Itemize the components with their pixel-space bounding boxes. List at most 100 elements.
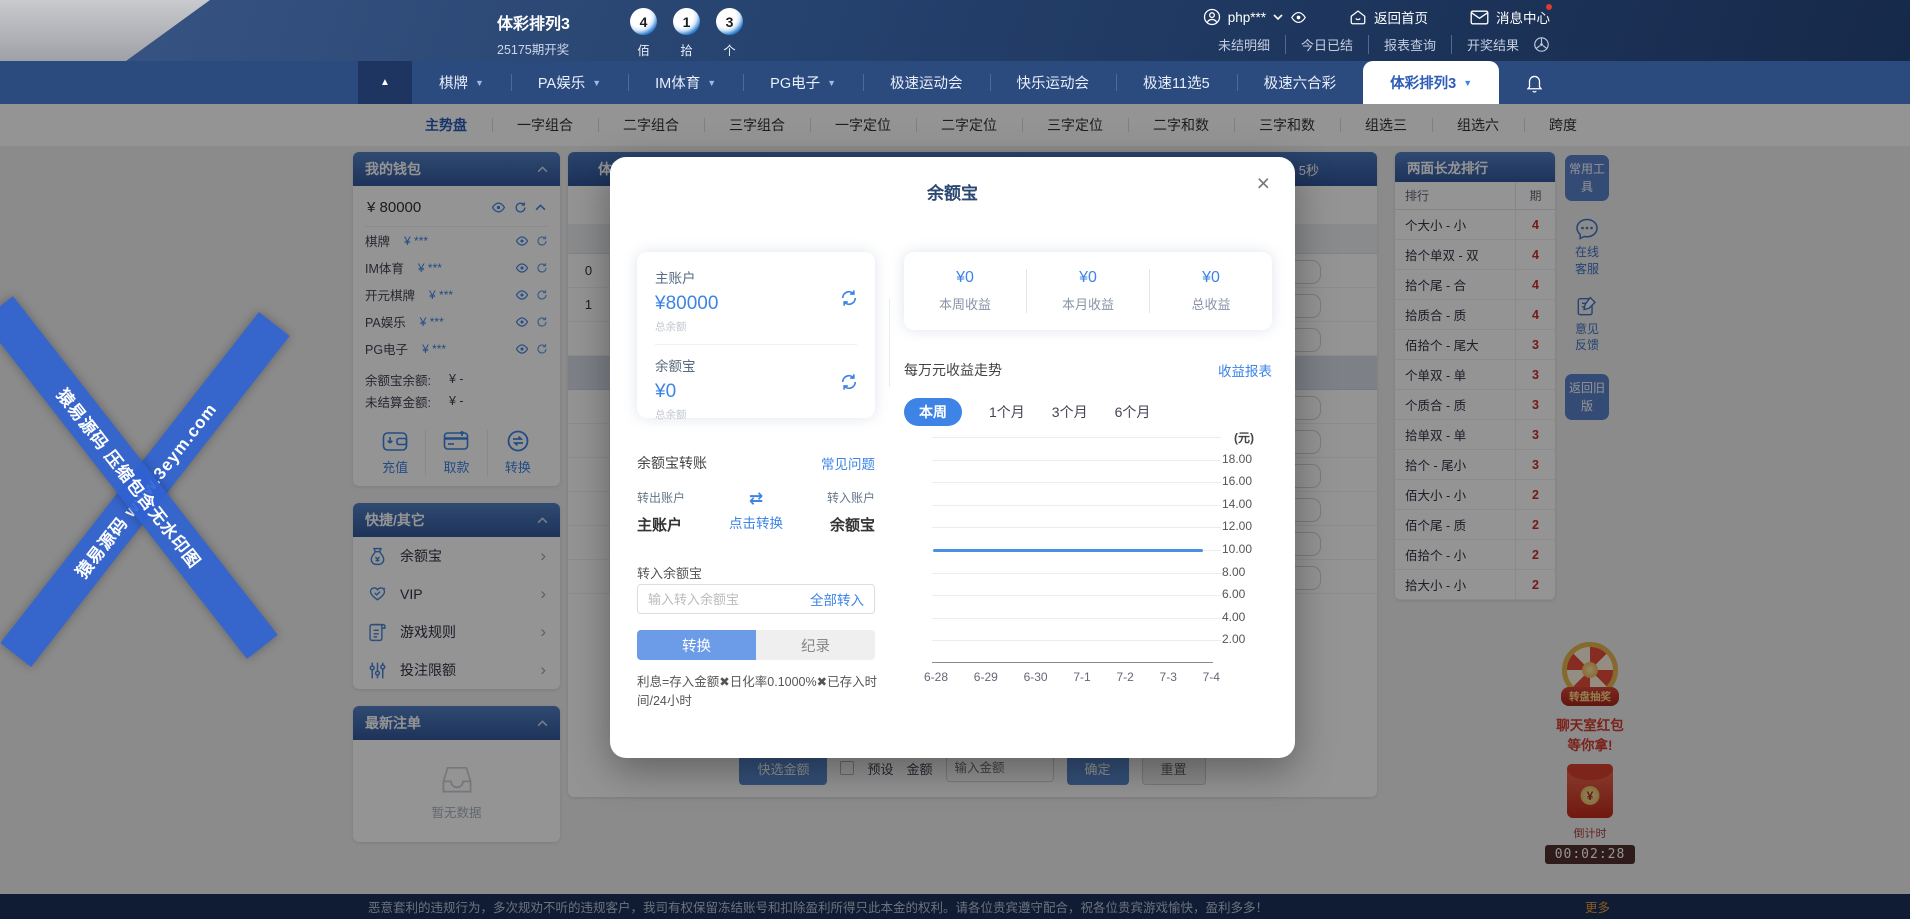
- ball-position-label: 佰: [630, 40, 657, 59]
- trend-tab[interactable]: 本周: [904, 398, 962, 426]
- nav-item-label: 极速六合彩: [1264, 72, 1337, 93]
- bell-icon[interactable]: [1525, 61, 1544, 104]
- yuebao-account-sub: 总余额: [655, 407, 857, 422]
- username[interactable]: php***: [1228, 10, 1266, 25]
- caret-down-icon: ▼: [592, 78, 601, 88]
- trend-period-tabs: 本周 1个月 3个月 6个月: [904, 398, 1150, 426]
- lottery-wheel-icon[interactable]: [1533, 36, 1550, 53]
- earnings-amount: ¥0: [904, 269, 1026, 287]
- primary-account-sub: 总余额: [655, 319, 857, 334]
- caret-down-icon: ▼: [475, 78, 484, 88]
- earnings-stat: ¥0 总收益: [1149, 269, 1272, 313]
- site-logo: [0, 0, 210, 61]
- close-icon[interactable]: ×: [1257, 172, 1270, 195]
- lottery-ball: 3 个: [716, 8, 743, 59]
- refresh-icon[interactable]: [839, 372, 859, 392]
- nav-item[interactable]: PA娱乐 ▼: [511, 61, 628, 104]
- transfer-out-label: 转出账户: [637, 489, 685, 506]
- nav-item-label: 体彩排列3: [1390, 72, 1456, 93]
- faq-link[interactable]: 常见问题: [821, 453, 875, 473]
- messages-link-label[interactable]: 消息中心: [1496, 7, 1550, 27]
- draw-info: 25175期开奖: [497, 39, 570, 58]
- earnings-stat: ¥0 本月收益: [1026, 269, 1149, 313]
- transfer-accounts-row: 转出账户 主账户 ⇄ 点击转换 转入账户 余额宝: [637, 489, 875, 535]
- earnings-label: 总收益: [1150, 294, 1272, 313]
- earnings-amount: ¥0: [1027, 269, 1149, 287]
- swap-arrows-icon: ⇄: [749, 489, 763, 509]
- ball-number: 3: [716, 8, 743, 35]
- records-button[interactable]: 纪录: [756, 630, 875, 660]
- ball-number: 1: [673, 8, 700, 35]
- nav-item[interactable]: 极速六合彩: [1237, 61, 1364, 104]
- ball-position-label: 个: [716, 40, 743, 59]
- yuebao-account-amount: ¥0: [655, 381, 857, 403]
- nav-item[interactable]: 棋牌 ▼: [412, 61, 511, 104]
- messages-link[interactable]: 消息中心: [1470, 7, 1550, 27]
- earnings-stat: ¥0 本周收益: [904, 269, 1026, 313]
- transfer-in-value: 余额宝: [830, 514, 875, 535]
- header-quick-link[interactable]: 开奖结果: [1451, 35, 1519, 54]
- swap-hint: 点击转换: [729, 512, 783, 532]
- home-icon: [1349, 8, 1367, 26]
- transfer-input-label: 转入余额宝: [637, 563, 702, 582]
- nav-item[interactable]: IM体育 ▼: [628, 61, 743, 104]
- game-title: 体彩排列3: [497, 10, 570, 34]
- earnings-chart: (元)18.0016.0014.0012.0010.008.006.004.00…: [904, 437, 1272, 689]
- header-quick-link[interactable]: 今日已结: [1285, 35, 1353, 54]
- nav-item-label: PA娱乐: [538, 72, 585, 93]
- nav-item-label: 极速运动会: [890, 72, 963, 93]
- nav-item-label: PG电子: [770, 72, 820, 93]
- transfer-amount-input[interactable]: [648, 592, 810, 607]
- earnings-label: 本周收益: [904, 294, 1026, 313]
- chart-y-axis: (元)18.0016.0014.0012.0010.008.006.004.00…: [1222, 437, 1272, 663]
- yuebao-account-label: 余额宝: [655, 355, 857, 375]
- lottery-ball: 4 佰: [630, 8, 657, 59]
- trend-tab[interactable]: 6个月: [1115, 402, 1151, 422]
- nav-collapse-button[interactable]: ▲: [358, 61, 412, 104]
- earnings-label: 本月收益: [1027, 294, 1149, 313]
- header-quick-link[interactable]: 报表查询: [1368, 35, 1436, 54]
- top-header: 体彩排列3 25175期开奖 4 佰 1 拾 3 个 php***: [0, 0, 1910, 61]
- trend-tab[interactable]: 1个月: [989, 402, 1025, 422]
- nav-item[interactable]: PG电子 ▼: [743, 61, 863, 104]
- main-nav: ▲ 棋牌 ▼ PA娱乐 ▼ IM体育 ▼ PG电子 ▼ 极速运动会: [0, 61, 1910, 104]
- avatar-icon: [1203, 8, 1221, 26]
- trend-tab[interactable]: 3个月: [1052, 402, 1088, 422]
- game-info: 体彩排列3 25175期开奖: [497, 10, 570, 58]
- modal-title: 余额宝: [610, 179, 1295, 204]
- nav-item[interactable]: 体彩排列3 ▼: [1363, 61, 1499, 104]
- swap-accounts-button[interactable]: ⇄ 点击转换: [729, 489, 783, 535]
- nav-item-label: 快乐运动会: [1017, 72, 1090, 93]
- caret-down-icon: ▼: [1463, 78, 1472, 88]
- primary-account-amount: ¥80000: [655, 293, 857, 315]
- nav-items: 棋牌 ▼ PA娱乐 ▼ IM体育 ▼ PG电子 ▼ 极速运动会: [412, 61, 1499, 104]
- trend-title: 每万元收益走势: [904, 360, 1002, 380]
- transfer-all-link[interactable]: 全部转入: [810, 589, 864, 609]
- ball-position-label: 拾: [673, 40, 700, 59]
- refresh-icon[interactable]: [839, 288, 859, 308]
- earnings-card: ¥0 本周收益 ¥0 本月收益 ¥0 总收益: [904, 252, 1272, 330]
- home-link-label[interactable]: 返回首页: [1374, 7, 1428, 27]
- nav-item[interactable]: 极速11选5: [1116, 61, 1237, 104]
- accounts-card: 主账户 ¥80000 总余额 余额宝 ¥0 总余额: [637, 252, 875, 418]
- home-link[interactable]: 返回首页: [1349, 7, 1428, 27]
- nav-item-label: 棋牌: [439, 72, 468, 93]
- primary-account-label: 主账户: [655, 267, 857, 287]
- nav-item-label: IM体育: [655, 72, 700, 93]
- interest-note: 利息=存入金额✖日化率0.1000%✖已存入时间/24小时: [637, 673, 881, 712]
- convert-button[interactable]: 转换: [637, 630, 756, 660]
- nav-item[interactable]: 极速运动会: [863, 61, 990, 104]
- mail-icon: [1470, 10, 1489, 25]
- user-menu[interactable]: php***: [1203, 8, 1307, 26]
- earnings-report-link[interactable]: 收益报表: [1218, 360, 1272, 380]
- header-quick-link[interactable]: 未结明细: [1218, 35, 1270, 54]
- ball-number: 4: [630, 8, 657, 35]
- earnings-amount: ¥0: [1150, 269, 1272, 287]
- nav-item[interactable]: 快乐运动会: [990, 61, 1117, 104]
- caret-down-icon: ▼: [707, 78, 716, 88]
- chart-plot: [932, 437, 1213, 663]
- draw-result-balls: 4 佰 1 拾 3 个: [630, 8, 743, 59]
- divider: [889, 299, 890, 387]
- transfer-in-label: 转入账户: [827, 489, 875, 506]
- eye-icon[interactable]: [1290, 11, 1307, 24]
